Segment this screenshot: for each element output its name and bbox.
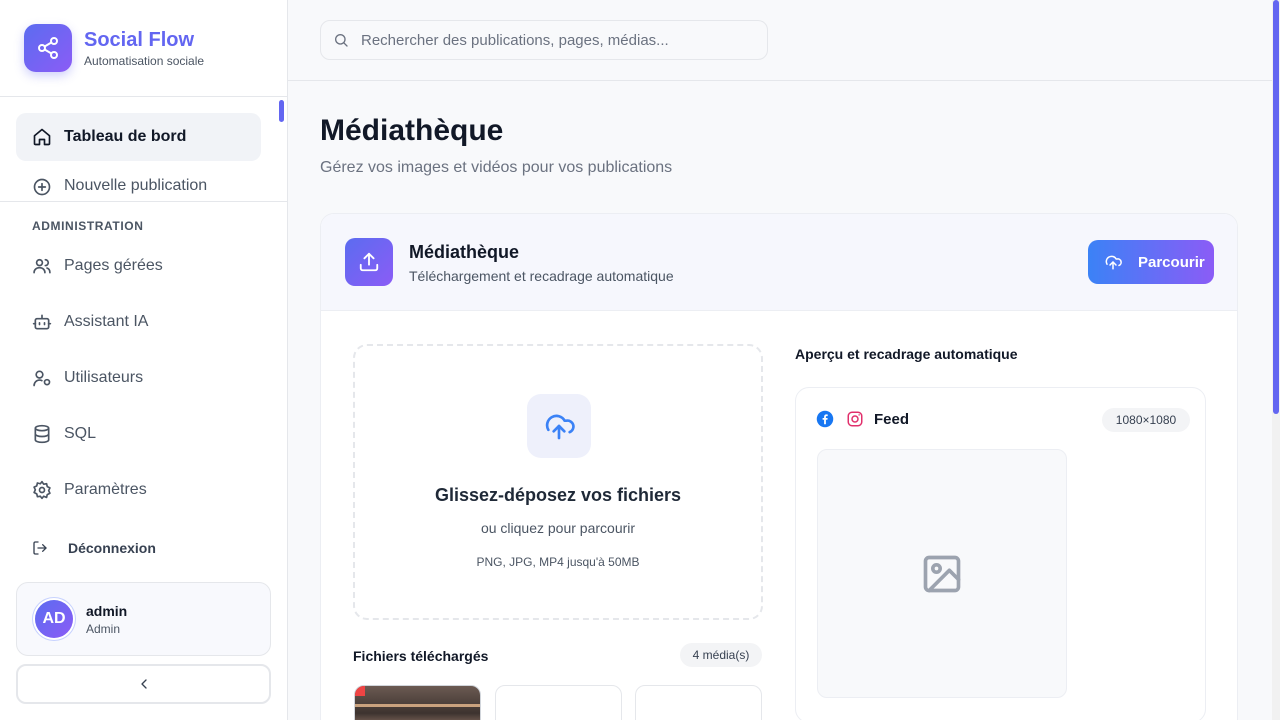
nav-scroll-indicator[interactable] (279, 100, 284, 122)
user-name: admin (86, 602, 128, 619)
file-dropzone[interactable]: Glissez-déposez vos fichiers ou cliquez … (353, 344, 763, 620)
image-icon (920, 552, 964, 596)
card-title: Médiathèque (409, 242, 520, 262)
sidebar-item-label: Assistant IA (64, 313, 149, 330)
page-title: Médiathèque (320, 114, 504, 147)
sidebar-item-label: Pages gérées (64, 257, 163, 274)
bot-icon (32, 312, 52, 332)
divider (0, 96, 287, 97)
sidebar-item-ai-assistant[interactable]: Assistant IA (16, 298, 261, 346)
thumbnail-marker (355, 686, 365, 696)
media-thumbnail[interactable] (635, 685, 762, 720)
avatar: AD (35, 600, 73, 638)
logout-icon (32, 540, 48, 556)
users-icon (32, 256, 52, 276)
search-input[interactable] (361, 31, 761, 49)
sidebar-item-settings[interactable]: Paramètres (16, 466, 261, 514)
browse-button[interactable]: Parcourir (1088, 240, 1214, 284)
crop-preview: Feed 1080×1080 (795, 387, 1206, 720)
user-cog-icon (32, 368, 52, 388)
chevron-left-icon (136, 676, 152, 692)
format-label: Feed (874, 410, 910, 428)
user-role: Admin (86, 621, 121, 636)
cloud-upload-icon (1104, 253, 1122, 271)
dropzone-formats: PNG, JPG, MP4 jusqu'à 50MB (476, 555, 640, 569)
preview-format-header: Feed (816, 410, 909, 428)
sidebar-item-label: Paramètres (64, 481, 147, 498)
card-header: Médiathèque Téléchargement et recadrage … (321, 214, 1237, 311)
sidebar-item-label: SQL (64, 425, 97, 442)
section-title: ADMINISTRATION (32, 219, 144, 233)
divider (0, 201, 287, 202)
media-thumbnail[interactable] (354, 685, 481, 720)
preview-title: Aperçu et recadrage automatique (795, 346, 1018, 362)
page-subtitle: Gérez vos images et vidéos pour vos publ… (320, 159, 673, 176)
media-count-badge: 4 média(s) (680, 643, 762, 667)
sidebar-item-label: Nouvelle publication (64, 177, 208, 194)
scrollbar-thumb[interactable] (1273, 0, 1279, 414)
card-subtitle: Téléchargement et recadrage automatique (409, 268, 674, 284)
plus-circle-icon (32, 177, 52, 197)
logout-label: Déconnexion (68, 540, 156, 556)
media-thumbnail[interactable] (495, 685, 622, 720)
dropzone-title: Glissez-déposez vos fichiers (434, 485, 682, 505)
thumbnail-detail (355, 704, 480, 707)
user-card[interactable]: AD admin Admin (16, 582, 271, 656)
sidebar-item-pages[interactable]: Pages gérées (16, 242, 261, 290)
sidebar-item-sql[interactable]: SQL (16, 410, 261, 458)
search-bar[interactable] (320, 20, 768, 60)
cloud-upload-icon (527, 394, 591, 458)
page-scrollbar[interactable] (1272, 0, 1280, 720)
dropzone-subtitle: ou cliquez pour parcourir (480, 520, 636, 536)
sidebar-item-label: Utilisateurs (64, 369, 144, 386)
brand-name: Social Flow (84, 29, 195, 51)
database-icon (32, 424, 52, 444)
sidebar-item-new-post[interactable]: Nouvelle publication (16, 165, 261, 201)
sidebar-item-dashboard[interactable]: Tableau de bord (16, 113, 261, 161)
sidebar-item-label: Tableau de bord (64, 128, 187, 145)
media-library-card: Médiathèque Téléchargement et recadrage … (320, 213, 1238, 720)
browse-label: Parcourir (1138, 253, 1205, 271)
preview-placeholder (817, 449, 1067, 698)
collapse-sidebar-button[interactable] (16, 664, 271, 704)
instagram-icon (846, 410, 864, 428)
home-icon (32, 127, 52, 147)
search-icon (333, 32, 349, 48)
size-badge: 1080×1080 (1102, 408, 1190, 432)
share-icon (24, 24, 72, 72)
topbar (288, 0, 1272, 81)
sidebar-item-users[interactable]: Utilisateurs (16, 354, 261, 402)
upload-icon (345, 238, 393, 286)
settings-icon (32, 480, 52, 500)
brand-subtitle: Automatisation sociale (84, 54, 205, 68)
uploaded-files-title: Fichiers téléchargés (353, 648, 489, 664)
brand[interactable]: Social Flow Automatisation sociale (24, 24, 204, 72)
facebook-icon (816, 410, 834, 428)
sidebar: Social Flow Automatisation sociale Table… (0, 0, 288, 720)
logout-button[interactable]: Déconnexion (32, 540, 156, 556)
